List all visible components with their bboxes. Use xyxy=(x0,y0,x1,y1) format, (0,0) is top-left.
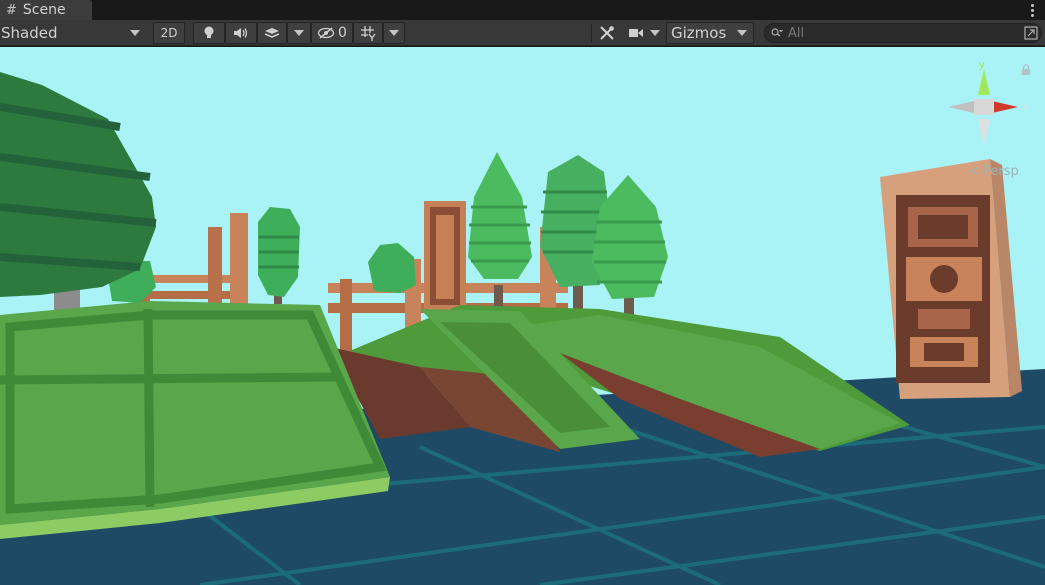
shading-mode-label: Shaded xyxy=(1,24,58,42)
tools-icon xyxy=(600,26,614,40)
effects-dropdown-button[interactable] xyxy=(287,22,311,44)
camera-icon xyxy=(629,29,643,37)
camera-settings-dropdown[interactable] xyxy=(623,22,665,44)
tab-strip: # Scene xyxy=(0,0,1045,20)
lightbulb-icon xyxy=(204,26,214,38)
layers-effects-icon xyxy=(264,28,280,38)
search-icon xyxy=(771,28,783,37)
search-input[interactable] xyxy=(788,25,1008,41)
audio-toggle-button[interactable] xyxy=(225,22,257,44)
shading-mode-dropdown[interactable]: Shaded xyxy=(0,22,146,44)
grid-hash-icon: # xyxy=(6,2,17,18)
scene-toolbar: Shaded 2D 0 Gizmos All xyxy=(0,20,1045,46)
speaker-icon xyxy=(234,28,248,38)
tools-button[interactable] xyxy=(593,22,621,44)
grid-snap-toggle[interactable] xyxy=(353,22,383,44)
tab-scene-label: Scene xyxy=(22,2,66,18)
gizmos-dropdown[interactable]: Gizmos xyxy=(666,22,754,44)
chevron-down-icon xyxy=(389,30,399,36)
toggle-2d-label: 2D xyxy=(160,26,178,40)
hidden-objects-count: 0 xyxy=(338,25,347,41)
tab-scene[interactable]: # Scene xyxy=(0,0,92,20)
more-options-button[interactable] xyxy=(1025,2,1039,18)
effects-toggle-button[interactable] xyxy=(257,22,287,44)
gizmo-y-label: y xyxy=(979,59,985,71)
grid-snap-icon xyxy=(361,26,376,41)
maximize-icon xyxy=(1024,26,1038,40)
chevron-down-icon xyxy=(650,30,660,36)
eye-slash-icon xyxy=(317,27,335,39)
chevron-down-icon xyxy=(737,30,747,36)
scene-render[interactable]: y x xyxy=(0,47,1045,585)
gizmo-x-label: x xyxy=(1022,101,1028,113)
gizmo-center-cube[interactable] xyxy=(974,99,994,115)
toggle-2d-button[interactable]: 2D xyxy=(153,22,185,44)
grid-dropdown-button[interactable] xyxy=(383,22,405,44)
chevron-down-icon xyxy=(294,30,304,36)
projection-toggle[interactable]: < Persp xyxy=(968,164,1019,179)
lighting-toggle-button[interactable] xyxy=(193,22,225,44)
totem-pillar xyxy=(880,159,1022,399)
maximize-button[interactable] xyxy=(1022,22,1040,44)
search-field[interactable] xyxy=(764,23,1042,43)
toolbar-divider xyxy=(591,24,592,42)
scene-viewport[interactable]: y x < Persp xyxy=(0,47,1045,585)
gizmos-label: Gizmos xyxy=(671,24,727,42)
hidden-objects-toggle[interactable]: 0 xyxy=(311,22,353,44)
lock-icon[interactable] xyxy=(1020,64,1032,76)
vertical-ellipsis-icon xyxy=(1030,3,1034,7)
chevron-down-icon xyxy=(130,30,140,36)
